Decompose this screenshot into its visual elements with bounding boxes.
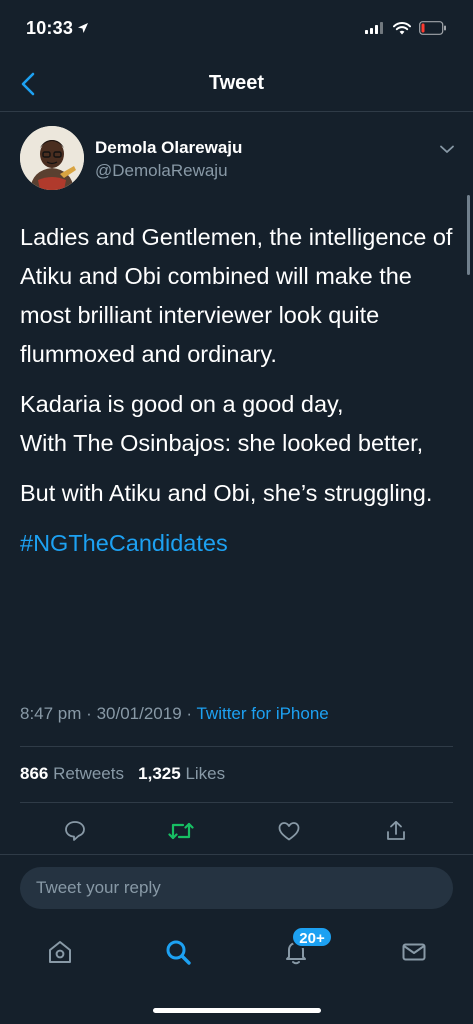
- likes-label: Likes: [185, 764, 226, 783]
- share-icon: [387, 820, 405, 840]
- author-handle[interactable]: @DemolaRewaju: [95, 161, 228, 181]
- hashtag-link[interactable]: #NGTheCandidates: [20, 524, 460, 563]
- divider: [20, 802, 453, 803]
- page-title: Tweet: [208, 72, 265, 94]
- retweets-stat[interactable]: 866 Retweets: [20, 764, 124, 783]
- tweet-paragraph: Kadaria is good on a good day, With The …: [20, 391, 424, 456]
- tweet-author-header: Demola Olarewaju @DemolaRewaju: [20, 126, 460, 192]
- chevron-down-icon: [440, 145, 454, 153]
- tweet-paragraph: But with Atiku and Obi, she’s struggling…: [20, 480, 433, 506]
- likes-count: 1,325: [138, 764, 181, 783]
- tweet-text: Ladies and Gentlemen, the intelligence o…: [20, 218, 460, 574]
- reply-input[interactable]: [20, 867, 453, 909]
- retweet-button[interactable]: [166, 816, 196, 846]
- status-time: 10:33: [26, 17, 74, 38]
- tweet-paragraph: Ladies and Gentlemen, the intelligence o…: [20, 224, 453, 367]
- location-arrow-icon: [78, 23, 89, 33]
- like-button[interactable]: [274, 816, 304, 846]
- tweet-time: 8:47 pm: [20, 704, 82, 723]
- heart-icon: [278, 822, 300, 841]
- tab-search[interactable]: [160, 934, 196, 970]
- battery-icon: [419, 21, 446, 35]
- tweet-options-button[interactable]: [438, 140, 456, 158]
- meta-separator: ·: [86, 704, 97, 723]
- retweets-label: Retweets: [53, 764, 124, 783]
- mail-icon: [402, 943, 426, 961]
- avatar-illustration: [20, 126, 84, 190]
- tab-messages[interactable]: [396, 934, 432, 970]
- chevron-left-icon: [21, 72, 35, 96]
- author-name[interactable]: Demola Olarewaju: [95, 138, 242, 158]
- reply-icon: [65, 821, 85, 841]
- cellular-signal-icon: [365, 22, 383, 34]
- status-time-group: 10:33: [26, 18, 89, 39]
- tab-home[interactable]: [42, 934, 78, 970]
- retweets-count: 866: [20, 764, 49, 783]
- avatar[interactable]: [20, 126, 84, 190]
- tweet-source-link[interactable]: Twitter for iPhone: [196, 704, 328, 723]
- scrollbar[interactable]: [467, 195, 470, 275]
- tweet-date: 30/01/2019: [96, 704, 182, 723]
- reply-composer: [0, 854, 473, 916]
- meta-separator: ·: [186, 704, 197, 723]
- reply-button[interactable]: [60, 816, 90, 846]
- status-bar: 10:33: [0, 0, 473, 56]
- home-icon: [49, 941, 71, 963]
- divider: [20, 746, 453, 747]
- likes-stat[interactable]: 1,325 Likes: [138, 764, 225, 783]
- search-icon: [166, 940, 191, 965]
- navigation-bar: Tweet: [0, 56, 473, 112]
- tweet-actions: [0, 812, 473, 852]
- retweet-icon: [168, 822, 194, 840]
- back-button[interactable]: [14, 70, 42, 98]
- tweet-stats: 866 Retweets 1,325 Likes: [20, 764, 225, 784]
- notifications-badge: 20+: [291, 926, 333, 948]
- wifi-icon: [393, 21, 411, 34]
- share-button[interactable]: [381, 816, 411, 846]
- tweet-meta: 8:47 pm · 30/01/2019 · Twitter for iPhon…: [20, 704, 329, 724]
- status-indicators: [365, 21, 447, 35]
- home-indicator[interactable]: [153, 1008, 321, 1013]
